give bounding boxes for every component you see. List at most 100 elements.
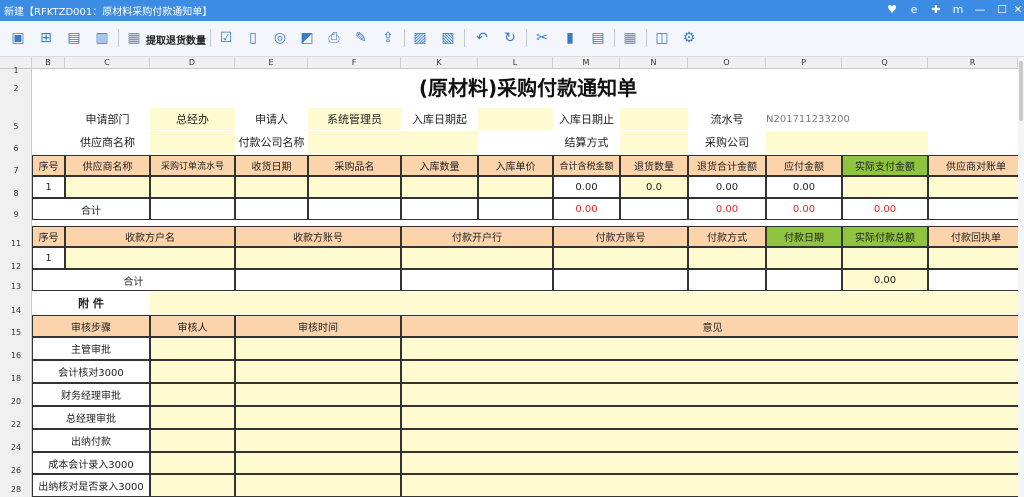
row-num[interactable]: 16: [0, 351, 32, 360]
row-num[interactable]: 13: [0, 282, 32, 291]
row-num[interactable]: 9: [0, 210, 32, 219]
image-icon[interactable]: ▨: [410, 28, 430, 48]
approval-reviewer-cell[interactable]: [150, 383, 235, 406]
scrollbar-thumb[interactable]: [1019, 61, 1023, 121]
row-num[interactable]: 8: [0, 189, 32, 198]
cut-icon[interactable]: ✂: [532, 28, 552, 48]
table-icon[interactable]: ▦: [620, 28, 640, 48]
t2-receipt-cell[interactable]: [928, 247, 1024, 269]
t1-payable-cell[interactable]: 0.00: [766, 176, 842, 198]
row-num[interactable]: 7: [0, 166, 32, 175]
approval-reviewer-cell[interactable]: [150, 337, 235, 360]
t1-date-cell[interactable]: [235, 176, 308, 198]
approval-opinion-cell[interactable]: [401, 474, 1024, 497]
stock-date-from-field[interactable]: [478, 108, 553, 130]
save-icon[interactable]: ▣: [8, 28, 28, 48]
copy-clip-icon[interactable]: ▮: [560, 28, 580, 48]
col-q[interactable]: Q: [842, 57, 928, 69]
approval-time-cell[interactable]: [235, 337, 401, 360]
t2-sum-actual-total[interactable]: 0.00: [842, 269, 928, 291]
paste-icon[interactable]: ▤: [588, 28, 608, 48]
settle-field[interactable]: [620, 131, 688, 153]
apply-dept-field[interactable]: 总经办: [150, 108, 235, 130]
approval-time-cell[interactable]: [235, 383, 401, 406]
export-icon[interactable]: ◩: [297, 28, 317, 48]
col-p[interactable]: P: [766, 57, 842, 69]
image-export-icon[interactable]: ▧: [438, 28, 458, 48]
t1-order-cell[interactable]: [150, 176, 235, 198]
row-num[interactable]: 11: [0, 239, 32, 248]
row-num[interactable]: 14: [0, 306, 32, 315]
row-num[interactable]: 1: [0, 66, 32, 75]
row-num[interactable]: 15: [0, 328, 32, 337]
edit-icon[interactable]: ✎: [351, 28, 371, 48]
row-num[interactable]: 12: [0, 262, 32, 271]
approval-opinion-cell[interactable]: [401, 360, 1024, 383]
t2-method-cell[interactable]: [688, 247, 766, 269]
col-n[interactable]: N: [620, 57, 688, 69]
maximize-icon[interactable]: ☐: [994, 2, 1010, 18]
heart-icon[interactable]: ♥: [884, 2, 900, 18]
row-num[interactable]: 28: [0, 485, 32, 494]
t1-statement-cell[interactable]: [928, 176, 1024, 198]
add-icon[interactable]: ⊞: [36, 28, 56, 48]
row-num[interactable]: 24: [0, 443, 32, 452]
t1-item-cell[interactable]: [308, 176, 401, 198]
t1-price-cell[interactable]: [478, 176, 553, 198]
window-icon[interactable]: ◫: [652, 28, 672, 48]
close-icon[interactable]: ✕: [1010, 2, 1024, 18]
row-num[interactable]: 2: [0, 84, 32, 93]
t2-actual-cell[interactable]: [842, 247, 928, 269]
col-l[interactable]: L: [478, 57, 553, 69]
approval-time-cell[interactable]: [235, 360, 401, 383]
applicant-field[interactable]: 系统管理员: [308, 108, 401, 130]
purchase-company-field[interactable]: [766, 131, 928, 153]
t2-date-cell[interactable]: [766, 247, 842, 269]
config-icon[interactable]: ⚙: [679, 28, 699, 48]
t1-return-qty-cell[interactable]: 0.0: [620, 176, 688, 198]
search-doc-icon[interactable]: ◎: [270, 28, 290, 48]
t1-qty-cell[interactable]: [401, 176, 478, 198]
col-f[interactable]: F: [308, 57, 401, 69]
fetch-return-qty-button[interactable]: 提取退货数量: [146, 32, 206, 47]
t2-payee-account-cell[interactable]: [235, 247, 401, 269]
col-m[interactable]: M: [553, 57, 620, 69]
upload-icon[interactable]: ⇪: [378, 28, 398, 48]
document-icon[interactable]: ▯: [243, 28, 263, 48]
approval-opinion-cell[interactable]: [401, 452, 1024, 474]
t1-supplier-cell[interactable]: [65, 176, 150, 198]
row-num[interactable]: 26: [0, 466, 32, 475]
delete-icon[interactable]: ▥: [92, 28, 112, 48]
approval-opinion-cell[interactable]: [401, 383, 1024, 406]
approval-time-cell[interactable]: [235, 406, 401, 429]
approval-reviewer-cell[interactable]: [150, 429, 235, 452]
approval-reviewer-cell[interactable]: [150, 474, 235, 497]
t2-payer-account-cell[interactable]: [553, 247, 688, 269]
col-k[interactable]: K: [401, 57, 478, 69]
approval-opinion-cell[interactable]: [401, 429, 1024, 452]
col-b[interactable]: B: [32, 57, 65, 69]
settings-icon[interactable]: ✚: [928, 2, 944, 18]
col-d[interactable]: D: [150, 57, 235, 69]
stock-date-to-field[interactable]: [620, 108, 688, 130]
payer-company-field[interactable]: [308, 131, 478, 153]
check-icon[interactable]: ☑: [216, 28, 236, 48]
approval-time-cell[interactable]: [235, 452, 401, 474]
row-num[interactable]: 6: [0, 144, 32, 153]
copy-icon[interactable]: ▤: [64, 28, 84, 48]
approval-opinion-cell[interactable]: [401, 406, 1024, 429]
attachment-field[interactable]: [150, 292, 1024, 314]
browser-icon[interactable]: e: [906, 2, 922, 18]
approval-reviewer-cell[interactable]: [150, 360, 235, 383]
row-num[interactable]: 18: [0, 374, 32, 383]
row-num[interactable]: 20: [0, 397, 32, 406]
vertical-scrollbar[interactable]: [1018, 57, 1024, 497]
t2-payee-cell[interactable]: [65, 247, 235, 269]
approval-time-cell[interactable]: [235, 429, 401, 452]
grid-icon[interactable]: ▦: [124, 28, 144, 48]
t1-actual-cell[interactable]: [842, 176, 928, 198]
t2-bank-cell[interactable]: [401, 247, 553, 269]
redo-icon[interactable]: ↻: [500, 28, 520, 48]
t1-total-tax-cell[interactable]: 0.00: [553, 176, 620, 198]
menu-icon[interactable]: m: [950, 2, 966, 18]
